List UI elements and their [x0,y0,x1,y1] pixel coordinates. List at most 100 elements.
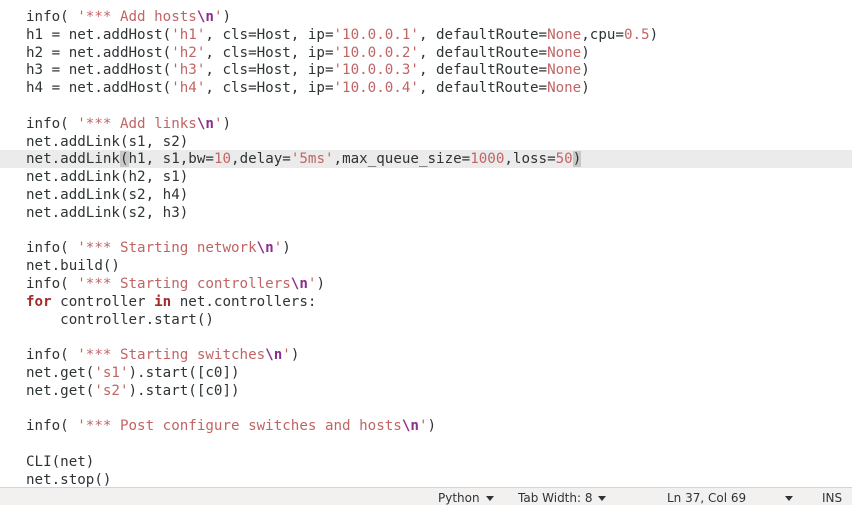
code-token: 10 [213,151,232,167]
code-token: h2 = net.addHost( [26,45,172,61]
code-token: \n [196,116,214,132]
code-line[interactable]: net.addLink(s1, s2) [26,133,188,151]
code-token: net.get( [26,383,95,399]
code-token: net.addLink [26,151,120,167]
code-line[interactable]: info( '*** Starting network\n') [26,239,291,257]
code-token: info( [26,9,78,25]
code-line[interactable]: h2 = net.addHost('h2', cls=Host, ip='10.… [26,44,590,62]
language-label: Python [438,491,480,505]
code-line[interactable]: net.get('s2').start([c0]) [26,382,240,400]
code-line[interactable]: net.build() [26,257,120,275]
code-token: , defaultRoute= [418,62,548,78]
code-line[interactable]: controller.start() [26,311,214,329]
code-token: net.addLink(s1, s2) [26,134,189,150]
code-token: 0.5 [623,27,650,43]
cursor-position[interactable]: Ln 37, Col 69 [667,491,746,505]
code-token: 's2' [94,383,129,399]
code-token: controller.start() [26,312,214,328]
code-token: '*** Starting controllers [77,276,291,292]
code-token: ,delay= [231,151,291,167]
code-line[interactable]: info( '*** Starting switches\n') [26,346,299,364]
code-token: ) [282,240,291,256]
code-token: ) [581,45,590,61]
code-line[interactable]: h4 = net.addHost('h4', cls=Host, ip='10.… [26,79,590,97]
code-line[interactable]: h3 = net.addHost('h3', cls=Host, ip='10.… [26,61,590,79]
code-token: '10.0.0.4' [333,80,419,96]
chevron-down-icon [785,496,793,501]
code-token: 'h1' [171,27,206,43]
code-token: 1000 [470,151,505,167]
language-selector[interactable]: Python [438,491,494,505]
code-token: , cls=Host, ip= [205,27,334,43]
code-line[interactable]: net.addLink(s2, h4) [26,186,188,204]
code-token: '10.0.0.1' [333,27,419,43]
code-token: '10.0.0.2' [333,45,419,61]
code-line[interactable]: info( '*** Add hosts\n') [26,8,231,26]
code-line[interactable]: info( '*** Post configure switches and h… [26,417,436,435]
code-token: '*** Add hosts [77,9,197,25]
code-line[interactable]: CLI(net) [26,453,94,471]
code-token: , cls=Host, ip= [205,45,334,61]
code-token: , cls=Host, ip= [205,62,334,78]
code-token: info( [26,276,78,292]
code-line[interactable]: net.stop() [26,471,111,487]
code-token: None [547,45,582,61]
code-token: , cls=Host, ip= [205,80,334,96]
code-line[interactable]: net.addLink(h2, s1) [26,168,188,186]
code-token: info( [26,240,78,256]
code-token: ' [273,240,283,256]
code-token: 's1' [94,365,129,381]
code-line[interactable]: net.addLink(s2, h3) [26,204,188,222]
code-token: h1 = net.addHost( [26,27,172,43]
code-token: 'h2' [171,45,206,61]
code-token: h3 = net.addHost( [26,62,172,78]
code-token: 50 [555,151,573,167]
code-token: ( [119,151,129,167]
code-token: ,cpu= [581,27,624,43]
code-token: net.build() [26,258,120,274]
code-line[interactable]: net.addLink(h1, s1,bw=10,delay='5ms',max… [26,150,582,168]
code-token: ) [649,27,659,43]
tab-width-label: Tab Width: 8 [518,491,593,505]
code-token: \n [196,9,214,25]
code-token: ) [222,9,232,25]
chevron-down-icon [485,496,494,501]
code-token: info( [26,116,78,132]
code-token: '*** Starting network [77,240,257,256]
code-line[interactable]: info( '*** Add links\n') [26,115,231,133]
code-token: 'h3' [171,62,206,78]
code-token: \n [290,276,308,292]
code-line[interactable]: for controller in net.controllers: [26,293,316,311]
insert-mode-dropdown[interactable] [785,491,793,505]
code-token: '10.0.0.3' [333,62,419,78]
code-token: \n [401,418,419,434]
code-token: net.stop() [26,472,112,487]
code-token: controller [51,294,155,310]
code-token: , defaultRoute= [418,80,548,96]
code-editor[interactable]: info( '*** Add hosts\n') h1 = net.addHost… [0,0,852,487]
code-line[interactable]: h1 = net.addHost('h1', cls=Host, ip='10.… [26,26,658,44]
code-token: None [547,62,582,78]
tab-width-selector[interactable]: Tab Width: 8 [518,491,607,505]
code-token: net.controllers: [171,294,317,310]
code-token: , defaultRoute= [418,45,548,61]
code-token: net.addLink(s2, h3) [26,205,189,221]
code-token: h1, s1,bw= [128,151,214,167]
insert-mode: INS [822,491,842,505]
code-token: ,loss= [504,151,556,167]
code-token: ) [572,151,582,167]
code-token: net.addLink(h2, s1) [26,169,189,185]
code-token: None [547,27,582,43]
code-token: \n [265,347,283,363]
code-token: h4 = net.addHost( [26,80,172,96]
code-line[interactable]: info( '*** Starting controllers\n') [26,275,325,293]
code-token: ,max_queue_size= [333,151,471,167]
code-token: ' [282,347,291,363]
chevron-down-icon [598,496,607,501]
code-token: , defaultRoute= [418,27,548,43]
code-token: ) [581,62,590,78]
code-token: net.addLink(s2, h4) [26,187,189,203]
code-line[interactable]: net.get('s1').start([c0]) [26,364,240,382]
code-token: ).start([c0]) [128,383,240,399]
code-token: '*** Starting switches [77,347,266,363]
